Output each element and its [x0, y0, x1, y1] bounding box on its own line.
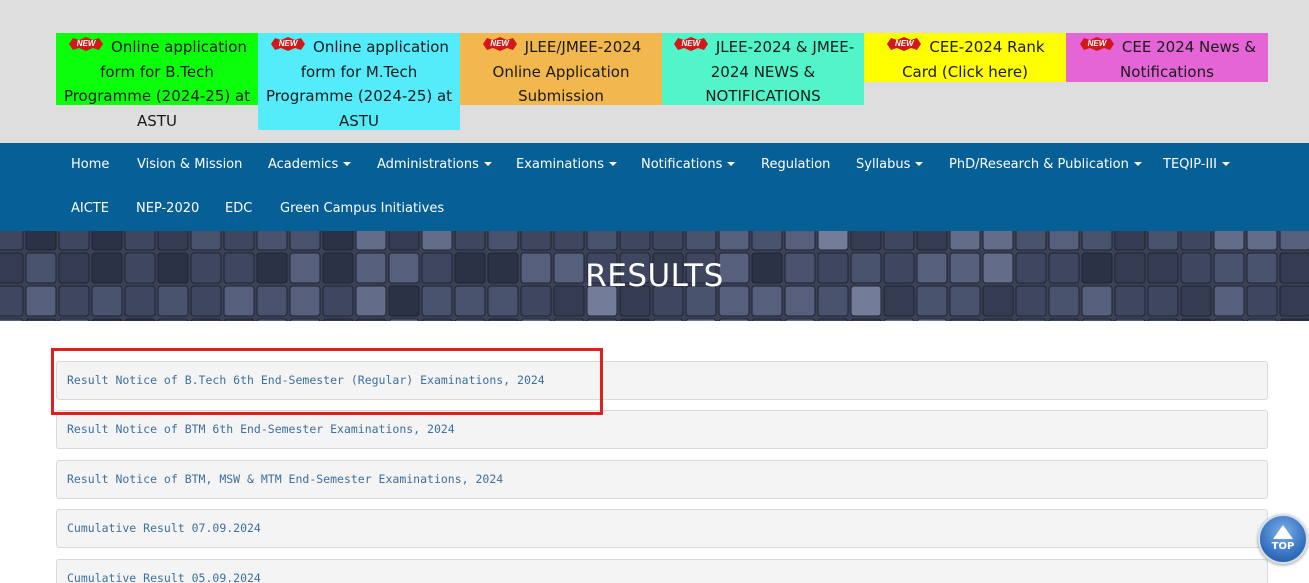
result-item: Result Notice of BTM, MSW & MTM End-Seme…	[56, 460, 1268, 499]
result-item: Cumulative Result 07.09.2024	[56, 509, 1268, 548]
back-to-top-button[interactable]: TOP	[1258, 514, 1308, 564]
nav-vision-mission[interactable]: Vision & Mission	[137, 143, 242, 187]
result-link[interactable]: Cumulative Result 07.09.2024	[67, 510, 261, 547]
banner-text: Online application form for B.Tech Progr…	[63, 38, 251, 130]
banner-mtech-application[interactable]: NEW Online application form for M.Tech P…	[258, 33, 460, 130]
new-badge-icon: NEW	[1078, 37, 1116, 51]
new-badge-icon: NEW	[481, 37, 519, 51]
page-title: RESULTS	[585, 258, 724, 294]
page-hero: RESULTS	[0, 231, 1309, 321]
result-item: Cumulative Result 05.09.2024	[56, 559, 1268, 583]
banner-text: Online application form for M.Tech Progr…	[265, 38, 453, 130]
banner-text: CEE-2024 Rank Card (Click here)	[902, 38, 1045, 81]
main-nav: Home Vision & Mission Academics Administ…	[0, 143, 1309, 231]
banner-text: CEE 2024 News & Notifications	[1120, 38, 1257, 81]
nav-aicte[interactable]: AICTE	[71, 187, 109, 231]
result-link[interactable]: Cumulative Result 05.09.2024	[67, 560, 261, 583]
caret-down-icon	[915, 162, 924, 166]
result-link[interactable]: Result Notice of BTM, MSW & MTM End-Seme…	[67, 461, 503, 498]
nav-administrations[interactable]: Administrations	[377, 143, 492, 187]
new-badge-icon: NEW	[269, 37, 307, 51]
nav-green-campus[interactable]: Green Campus Initiatives	[280, 187, 444, 231]
new-badge-icon: NEW	[672, 37, 710, 51]
new-badge-icon: NEW	[67, 37, 105, 51]
nav-teqip[interactable]: TEQIP-III	[1163, 143, 1230, 187]
caret-down-icon	[1133, 162, 1142, 166]
caret-down-icon	[343, 162, 352, 166]
result-item: Result Notice of BTM 6th End-Semester Ex…	[56, 410, 1268, 449]
banner-cee-rank-card[interactable]: NEW CEE-2024 Rank Card (Click here)	[864, 33, 1066, 82]
result-link[interactable]: Result Notice of B.Tech 6th End-Semester…	[67, 362, 545, 399]
banner-text: JLEE-2024 & JMEE-2024 NEWS & NOTIFICATIO…	[705, 38, 855, 105]
nav-academics[interactable]: Academics	[268, 143, 352, 187]
caret-down-icon	[609, 162, 618, 166]
banner-jlee-jmee-application[interactable]: NEW JLEE/JMEE-2024 Online Application Su…	[460, 33, 662, 105]
result-item: Result Notice of B.Tech 6th End-Semester…	[56, 361, 1268, 400]
nav-phd-research[interactable]: PhD/Research & Publication	[949, 143, 1142, 187]
announcement-bar: NEW Online application form for B.Tech P…	[0, 0, 1309, 143]
banner-jlee-jmee-news[interactable]: NEW JLEE-2024 & JMEE-2024 NEWS & NOTIFIC…	[662, 33, 864, 105]
nav-home[interactable]: Home	[71, 143, 109, 187]
nav-examinations[interactable]: Examinations	[516, 143, 618, 187]
nav-syllabus[interactable]: Syllabus	[856, 143, 924, 187]
nav-regulation[interactable]: Regulation	[761, 143, 830, 187]
arrow-up-icon	[1273, 525, 1293, 539]
caret-down-icon	[483, 162, 492, 166]
nav-edc[interactable]: EDC	[225, 187, 252, 231]
caret-down-icon	[727, 162, 736, 166]
nav-notifications[interactable]: Notifications	[641, 143, 736, 187]
new-badge-icon: NEW	[885, 37, 923, 51]
caret-down-icon	[1221, 162, 1230, 166]
nav-nep-2020[interactable]: NEP-2020	[136, 187, 199, 231]
result-link[interactable]: Result Notice of BTM 6th End-Semester Ex…	[67, 411, 455, 448]
banner-btech-application[interactable]: NEW Online application form for B.Tech P…	[56, 33, 258, 130]
banner-cee-news[interactable]: NEW CEE 2024 News & Notifications	[1066, 33, 1268, 82]
back-to-top-label: TOP	[1271, 541, 1295, 552]
